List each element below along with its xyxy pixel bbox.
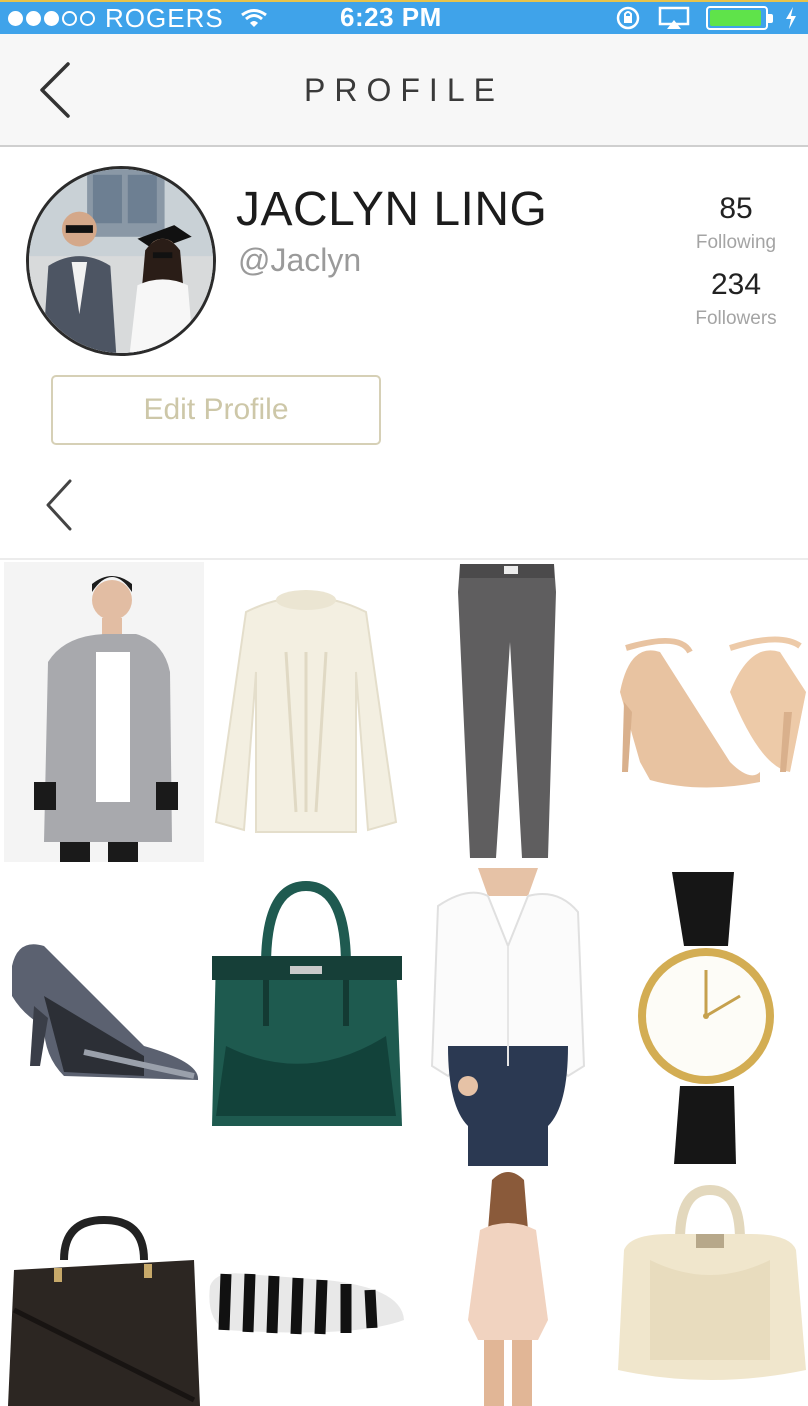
wifi-icon xyxy=(240,9,267,27)
gold-watch-image xyxy=(610,866,808,1166)
charging-bolt-icon xyxy=(786,7,796,29)
signal-strength-icon xyxy=(8,10,95,26)
avatar-photo xyxy=(29,169,213,353)
battery-icon xyxy=(706,6,773,30)
profile-handle: @Jaclyn xyxy=(238,242,362,278)
status-left: ROGERS xyxy=(8,2,268,34)
profile-name: JACLYN LING xyxy=(236,183,548,236)
grid-item-blush-romper[interactable] xyxy=(408,1170,608,1406)
grey-coat-image xyxy=(4,562,204,862)
followers-label: Followers xyxy=(695,308,777,329)
grid-item-white-blouse[interactable] xyxy=(408,866,608,1166)
grid-item-green-handbag[interactable] xyxy=(206,866,406,1166)
cream-sweater-image xyxy=(206,562,406,862)
following-label: Following xyxy=(695,232,777,253)
striped-loafers-image xyxy=(206,1170,406,1406)
following-stat[interactable]: 85 Following xyxy=(676,192,796,254)
followers-count: 234 xyxy=(710,268,762,301)
nav-bar: PROFILE xyxy=(0,34,808,147)
grid-item-black-handbag[interactable] xyxy=(4,1170,204,1406)
grey-jeans-image xyxy=(408,562,608,862)
edit-profile-button[interactable]: Edit Profile xyxy=(51,375,381,445)
grid-item-striped-loafers[interactable] xyxy=(206,1170,406,1406)
grid-item-grey-coat[interactable] xyxy=(4,562,204,862)
rotation-lock-icon xyxy=(616,6,640,30)
carrier-name: ROGERS xyxy=(105,2,224,33)
avatar[interactable] xyxy=(26,166,216,356)
airplay-icon xyxy=(658,6,690,29)
grid-item-grey-pumps[interactable] xyxy=(4,866,204,1166)
blush-romper-image xyxy=(408,1170,608,1406)
battery-level xyxy=(710,10,762,26)
product-grid xyxy=(0,560,808,1406)
followers-stat[interactable]: 234 Followers xyxy=(676,268,796,330)
grey-pumps-image xyxy=(4,866,204,1166)
grid-item-cream-sweater[interactable] xyxy=(206,562,406,862)
grid-item-grey-jeans[interactable] xyxy=(408,562,608,862)
status-bar: ROGERS 6:23 PM xyxy=(0,0,808,34)
black-handbag-image xyxy=(4,1170,204,1406)
white-blouse-image xyxy=(408,866,608,1166)
status-right xyxy=(614,2,798,34)
grid-item-nude-heels[interactable] xyxy=(610,562,808,862)
grid-item-cream-satchel[interactable] xyxy=(610,1170,808,1406)
grid-item-gold-watch[interactable] xyxy=(610,866,808,1166)
following-count: 85 xyxy=(719,192,753,225)
green-handbag-image xyxy=(206,866,406,1166)
status-time: 6:23 PM xyxy=(340,2,442,32)
nude-heels-image xyxy=(610,562,808,862)
carousel-prev-button[interactable] xyxy=(40,475,80,535)
page-title: PROFILE xyxy=(304,72,504,108)
cream-satchel-image xyxy=(610,1170,808,1406)
